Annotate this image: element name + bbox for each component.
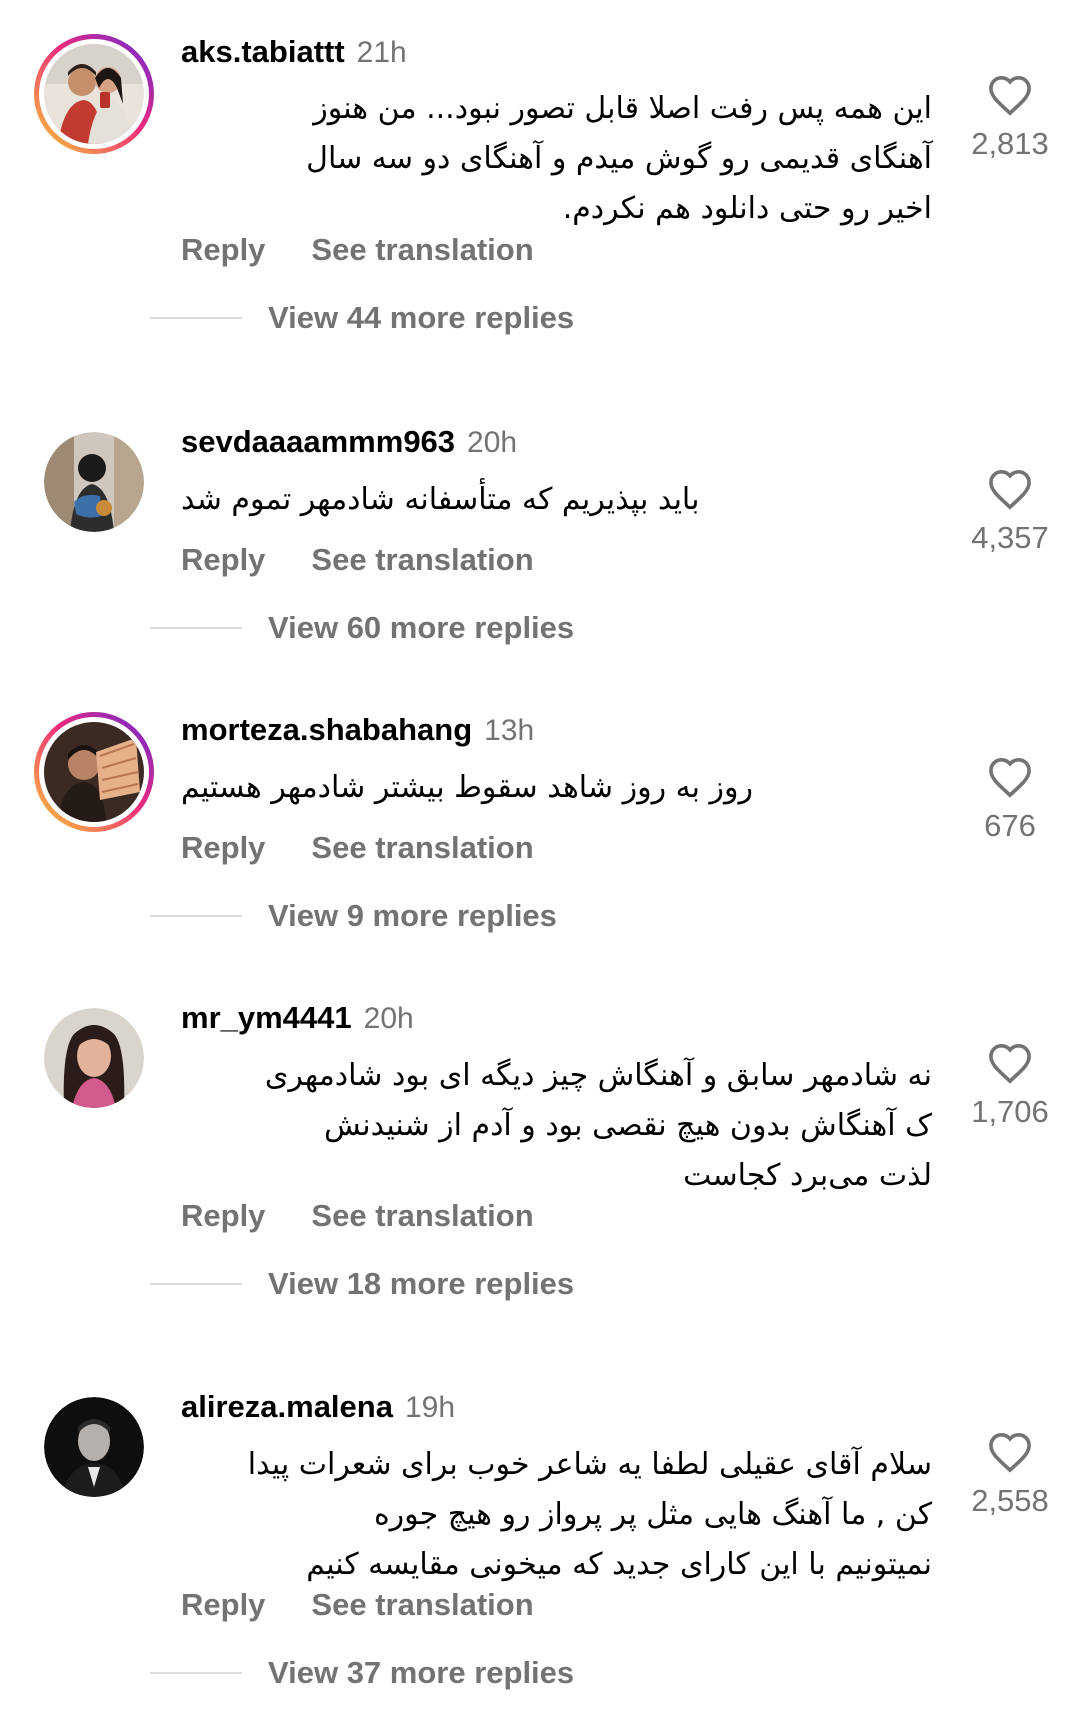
- comment-text: این همه پس رفت اصلا قابل تصور نبود... من…: [181, 84, 932, 234]
- see-translation-button[interactable]: See translation: [311, 830, 533, 866]
- timestamp: 13h: [484, 714, 535, 747]
- comment-text-line: کن , ما آهنگ هایی مثل پر پرواز رو هیچ جو…: [373, 1497, 932, 1532]
- comment-text-line: آهنگای قدیمی رو گوش میدم و آهنگای دو سه …: [306, 141, 932, 176]
- replies-divider-line: [150, 627, 242, 629]
- view-more-replies-label[interactable]: View 37 more replies: [268, 1655, 574, 1691]
- comment-text: باید بپذیریم که متأسفانه شادمهر تموم شد: [181, 475, 699, 525]
- avatar-image: [44, 432, 144, 532]
- like-count: 4,357: [971, 520, 1049, 555]
- avatar[interactable]: [44, 1008, 144, 1108]
- reply-button[interactable]: Reply: [181, 232, 265, 268]
- username[interactable]: mr_ym4441: [181, 1000, 352, 1036]
- like-count: 2,813: [971, 126, 1049, 161]
- see-translation-button[interactable]: See translation: [311, 542, 533, 578]
- view-more-replies[interactable]: View 44 more replies: [150, 300, 574, 336]
- username[interactable]: morteza.shabahang: [181, 712, 472, 748]
- like-count: 1,706: [971, 1094, 1049, 1129]
- like-control: 2,813: [960, 74, 1060, 162]
- comment-actions: Reply See translation: [181, 1198, 534, 1234]
- heart-outline-icon[interactable]: [987, 468, 1033, 510]
- comment-meta: mr_ym4441 20h: [181, 1000, 414, 1040]
- like-count: 676: [984, 808, 1036, 843]
- username[interactable]: sevdaaaammm963: [181, 424, 455, 460]
- comment-meta: aks.tabiattt 21h: [181, 34, 407, 74]
- comment-text: سلام آقای عقیلی لطفا یه شاعر خوب برای شع…: [181, 1440, 932, 1590]
- username[interactable]: alireza.malena: [181, 1389, 393, 1425]
- comment-meta: alireza.malena 19h: [181, 1389, 455, 1429]
- avatar-image: [44, 1397, 144, 1497]
- like-control: 676: [960, 756, 1060, 844]
- replies-divider-line: [150, 1672, 242, 1674]
- like-control: 1,706: [960, 1042, 1060, 1130]
- see-translation-button[interactable]: See translation: [311, 1198, 533, 1234]
- avatar-image: [44, 1008, 144, 1108]
- like-count: 2,558: [971, 1483, 1049, 1518]
- username[interactable]: aks.tabiattt: [181, 34, 345, 70]
- comment-actions: Reply See translation: [181, 542, 534, 578]
- comment-actions: Reply See translation: [181, 232, 534, 268]
- comment-meta: sevdaaaammm963 20h: [181, 424, 517, 464]
- heart-outline-icon[interactable]: [987, 756, 1033, 798]
- view-more-replies-label[interactable]: View 44 more replies: [268, 300, 574, 336]
- avatar-story-ring[interactable]: [34, 712, 154, 832]
- comment-text-line: نه شادمهر سابق و آهنگاش چیز دیگه ای بود …: [264, 1058, 932, 1093]
- comment-meta: morteza.shabahang 13h: [181, 712, 534, 752]
- comment-text: نه شادمهر سابق و آهنگاش چیز دیگه ای بود …: [181, 1051, 932, 1201]
- comment-text-line: این همه پس رفت اصلا قابل تصور نبود... من…: [313, 91, 932, 126]
- avatar[interactable]: [44, 1397, 144, 1497]
- comment-actions: Reply See translation: [181, 1587, 534, 1623]
- see-translation-button[interactable]: See translation: [311, 1587, 533, 1623]
- comment-text: روز به روز شاهد سقوط بیشتر شادمهر هستیم: [181, 763, 753, 813]
- comment-text-line: لذت می‌برد کجاست: [683, 1158, 932, 1193]
- comment-text-line: نمیتونیم با این کارای جدید که میخونی مقا…: [306, 1547, 932, 1582]
- view-more-replies[interactable]: View 18 more replies: [150, 1266, 574, 1302]
- view-more-replies[interactable]: View 9 more replies: [150, 898, 557, 934]
- comment-text-line: روز به روز شاهد سقوط بیشتر شادمهر هستیم: [181, 770, 754, 805]
- comments-list: aks.tabiattt 21h این همه پس رفت اصلا قاب…: [0, 0, 1080, 1729]
- like-control: 4,357: [960, 468, 1060, 556]
- timestamp: 20h: [363, 1002, 414, 1035]
- avatar[interactable]: [44, 432, 144, 532]
- view-more-replies[interactable]: View 60 more replies: [150, 610, 574, 646]
- timestamp: 19h: [404, 1391, 456, 1424]
- comment-text-line: سلام آقای عقیلی لطفا یه شاعر خوب برای شع…: [247, 1447, 932, 1482]
- comment-actions: Reply See translation: [181, 830, 534, 866]
- comment-text-line: ک آهنگاش بدون هیچ نقصی بود و آدم از شنید…: [324, 1108, 932, 1143]
- like-control: 2,558: [960, 1431, 1060, 1519]
- view-more-replies-label[interactable]: View 9 more replies: [268, 898, 557, 934]
- avatar-image: [44, 44, 144, 144]
- reply-button[interactable]: Reply: [181, 542, 265, 578]
- replies-divider-line: [150, 317, 242, 319]
- comment-text-line: باید بپذیریم که متأسفانه شادمهر تموم شد: [181, 482, 700, 517]
- reply-button[interactable]: Reply: [181, 830, 265, 866]
- replies-divider-line: [150, 1283, 242, 1285]
- view-more-replies-label[interactable]: View 60 more replies: [268, 610, 574, 646]
- view-more-replies[interactable]: View 37 more replies: [150, 1655, 574, 1691]
- heart-outline-icon[interactable]: [987, 74, 1033, 116]
- avatar-story-ring[interactable]: [34, 34, 154, 154]
- view-more-replies-label[interactable]: View 18 more replies: [268, 1266, 574, 1302]
- reply-button[interactable]: Reply: [181, 1198, 265, 1234]
- replies-divider-line: [150, 915, 242, 917]
- heart-outline-icon[interactable]: [987, 1042, 1033, 1084]
- reply-button[interactable]: Reply: [181, 1587, 265, 1623]
- see-translation-button[interactable]: See translation: [311, 232, 533, 268]
- avatar-image: [44, 722, 144, 822]
- comment-text-line: اخیر رو حتی دانلود هم نکردم.: [562, 191, 932, 226]
- heart-outline-icon[interactable]: [987, 1431, 1033, 1473]
- timestamp: 20h: [467, 426, 518, 459]
- timestamp: 21h: [356, 36, 407, 69]
